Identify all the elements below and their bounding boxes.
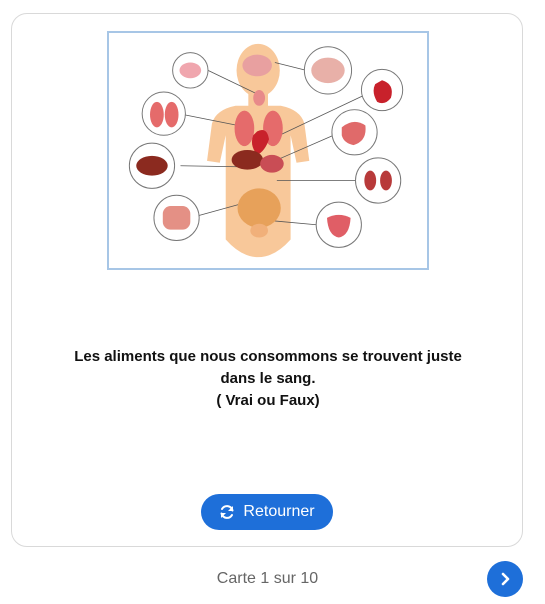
question-line-2: dans le sang. xyxy=(220,370,316,387)
organs-illustration xyxy=(107,31,429,270)
question-text: Les aliments que nous consommons se trou… xyxy=(32,346,504,412)
next-card-button[interactable] xyxy=(487,561,523,597)
card-counter: Carte 1 sur 10 xyxy=(216,570,319,587)
flashcard: Les aliments que nous consommons se trou… xyxy=(11,13,523,547)
refresh-icon xyxy=(220,505,234,519)
flip-button-label: Retourner xyxy=(243,503,315,520)
chevron-right-icon xyxy=(501,572,510,586)
human-organs-diagram-icon xyxy=(128,43,404,258)
question-line-3: ( Vrai ou Faux) xyxy=(216,392,320,409)
question-line-1: Les aliments que nous consommons se trou… xyxy=(74,348,462,365)
flip-button[interactable]: Retourner xyxy=(201,494,333,530)
